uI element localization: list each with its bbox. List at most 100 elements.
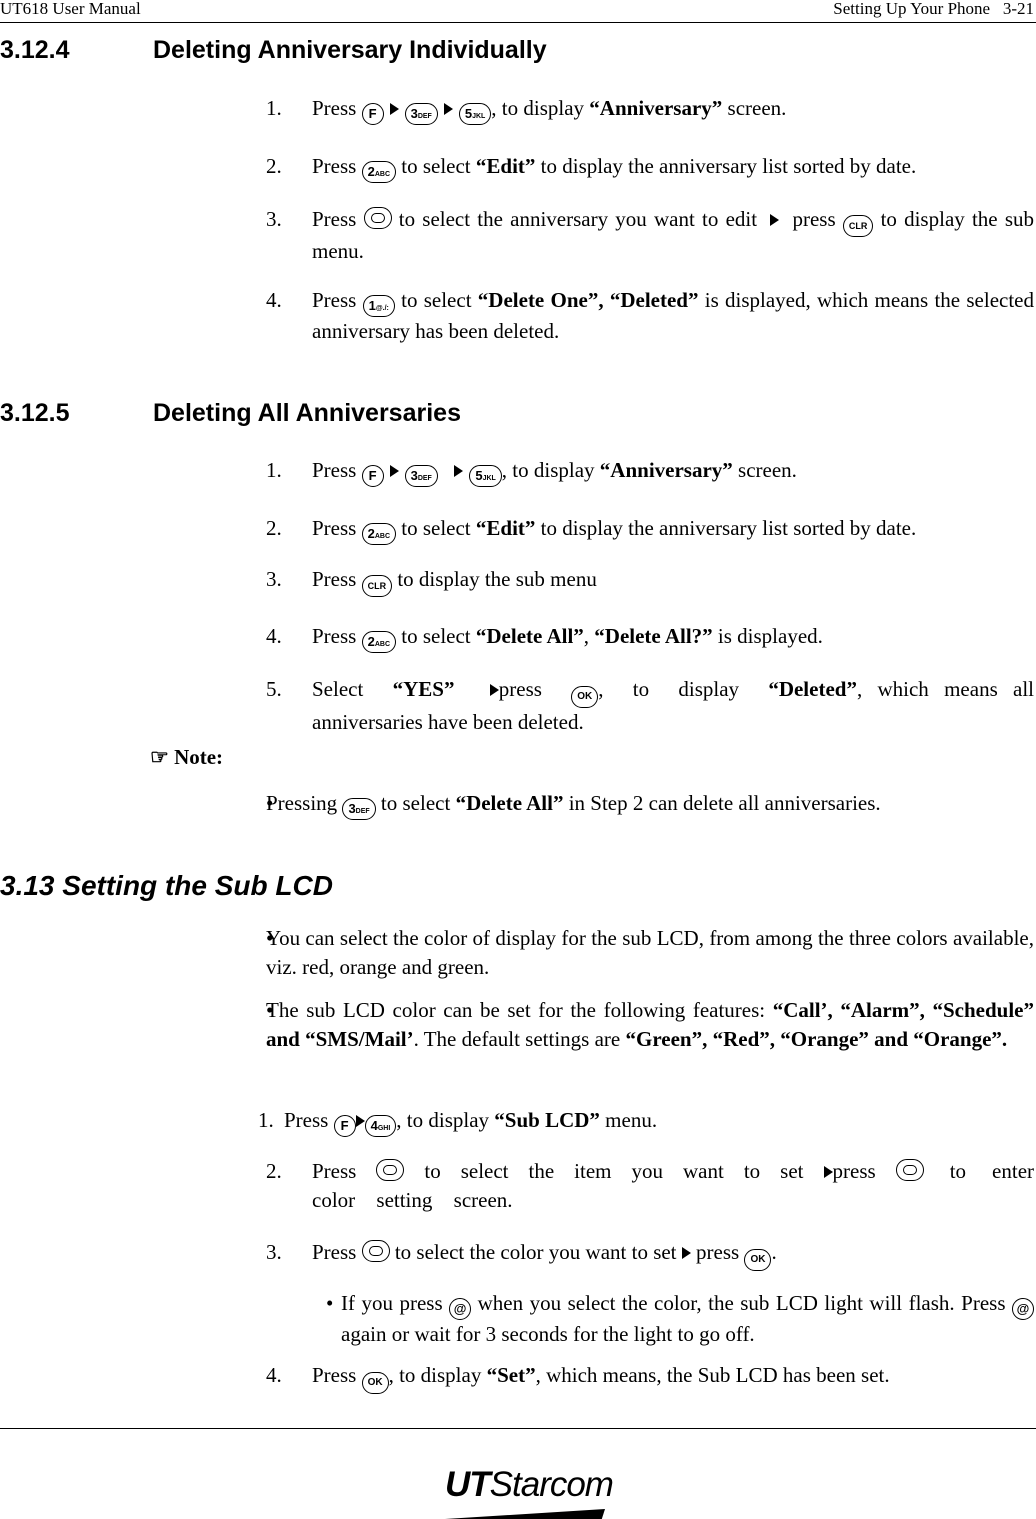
step-item: 4. Press 2ABC to select “Delete All”, “D… <box>266 622 1034 653</box>
section-title: Deleting Anniversary Individually <box>153 36 547 64</box>
chapter-heading: 3.13 Setting the Sub LCD <box>0 870 333 901</box>
step-number: 1. <box>266 96 282 120</box>
bullet-text: . The default settings are <box>413 1027 626 1051</box>
arrow-icon <box>681 1247 691 1259</box>
nav-key-icon <box>361 1240 390 1262</box>
logo-rest: Starcom <box>489 1465 614 1504</box>
bullet-text: If you press <box>341 1291 450 1315</box>
utstarcom-logo: UTStarcom <box>445 1465 614 1519</box>
step-text: Press <box>312 516 357 540</box>
section-number: 3.12.5 <box>0 399 70 427</box>
footer-divider <box>0 1428 1036 1429</box>
arrow-icon <box>389 103 399 115</box>
step-text: to select <box>396 624 476 648</box>
bullet-text: again or wait for 3 seconds for the ligh… <box>341 1322 755 1346</box>
step-emphasis: “Set” <box>486 1363 536 1387</box>
note-text: Note: <box>174 745 224 769</box>
step-item: 3. Press CLR to display the sub menu <box>266 565 1034 597</box>
step-emphasis: “Anniversary” <box>589 96 723 120</box>
step-text: Press <box>312 458 357 482</box>
step-text: Press <box>312 1159 357 1183</box>
clr-key-icon: CLR <box>842 215 874 237</box>
key-2-icon: 2ABC <box>361 523 396 545</box>
step-emphasis: “Delete One”, “Deleted” <box>477 288 699 312</box>
step-number: 3. <box>266 207 282 231</box>
step-text: to select the anniversary you want to ed… <box>391 207 765 231</box>
step-number: 5. <box>266 677 282 701</box>
bullet-icon: • <box>266 998 274 1022</box>
step-number: 2. <box>266 516 282 540</box>
key-4-icon: 4GHI <box>364 1115 397 1137</box>
clr-key-icon: CLR <box>361 575 393 597</box>
ok-key-icon: OK <box>744 1249 772 1271</box>
key-1-icon: 1@./: <box>362 295 395 317</box>
step-text: Press <box>312 624 357 648</box>
sub-bullet-item: • If you press @ when you select the col… <box>326 1289 1034 1349</box>
step-text: , to display <box>501 458 600 482</box>
nav-key-icon <box>363 207 392 229</box>
step-emphasis: “Sub LCD” <box>494 1108 600 1132</box>
step-text: Press <box>312 154 357 178</box>
step-text: Press <box>312 96 357 120</box>
step-item: 3. Press to select the color you want to… <box>266 1238 1034 1271</box>
bullet-icon: • <box>326 1291 334 1315</box>
note-emphasis: “Delete All” <box>455 791 564 815</box>
manual-title: UT618 User Manual <box>0 0 141 18</box>
step-text: to select <box>394 288 478 312</box>
step-text: to display the anniversary list sorted b… <box>535 154 917 178</box>
step-item: 3. Press to select the anniversary you w… <box>266 205 1034 266</box>
nav-key-icon <box>895 1159 924 1181</box>
step-text: . <box>771 1240 777 1264</box>
step-number: 3. <box>266 1240 282 1264</box>
step-number: 2. <box>266 1159 282 1183</box>
step-emphasis: “Edit” <box>475 516 536 540</box>
step-text: is displayed. <box>712 624 823 648</box>
f-key-icon: F <box>333 1115 356 1137</box>
step-item: 1. Press F 3DEF 5JKL, to display “Annivers… <box>266 94 1034 125</box>
bullet-text: when you select the color, the sub LCD l… <box>471 1291 1012 1315</box>
bullet-item: • You can select the color of display fo… <box>266 924 1034 982</box>
ok-key-icon: OK <box>571 686 599 708</box>
step-text: Press <box>312 1240 357 1264</box>
step-text: screen. <box>732 458 797 482</box>
step-text: to display the sub menu <box>392 567 597 591</box>
step-item: 2. Press 2ABC to select “Edit” to displa… <box>266 152 1034 183</box>
arrow-icon <box>355 1115 365 1127</box>
step-number: 4. <box>266 1363 282 1387</box>
hand-pointer-icon: ☞ <box>150 745 169 769</box>
bullet-text: You can select the color of display for … <box>266 926 1034 979</box>
key-2-icon: 2ABC <box>361 161 396 183</box>
bullet-emphasis: “Green”, “Red”, “Orange” and “Orange”. <box>625 1027 1008 1051</box>
page-header: UT618 User Manual Setting Up Your Phone … <box>0 0 1036 23</box>
step-text: , to display <box>598 677 769 701</box>
key-3-icon: 3DEF <box>404 465 438 487</box>
step-emphasis: “YES” <box>392 677 455 701</box>
step-text: press <box>832 1159 876 1183</box>
step-item: 1. Press F 3DEF 5JKL, to display “Anniver… <box>266 456 1034 487</box>
logo-bold: UT <box>445 1465 491 1504</box>
step-item: 4. Press OK, to display “Set”, which mea… <box>266 1361 1034 1394</box>
step-number: 2. <box>266 154 282 178</box>
step-item: 2. Press to select the item you want to … <box>266 1157 1034 1215</box>
note-text: in Step 2 can delete all anniversaries. <box>563 791 881 815</box>
arrow-icon <box>823 1166 833 1178</box>
step-text: to select the color you want to set <box>389 1240 682 1264</box>
arrow-icon <box>389 465 399 477</box>
key-2-icon: 2ABC <box>361 631 396 653</box>
step-emphasis: “Deleted” <box>768 677 857 701</box>
step-text: menu. <box>599 1108 658 1132</box>
step-text: Press <box>284 1108 329 1132</box>
step-text: , to display <box>388 1363 487 1387</box>
step-text: , to display <box>396 1108 495 1132</box>
bullet-item: • The sub LCD color can be set for the f… <box>266 996 1034 1054</box>
step-text: Press <box>312 207 357 231</box>
step-item: 4. Press 1@./: to select “Delete One”, “… <box>266 286 1034 346</box>
f-key-icon: F <box>361 465 384 487</box>
step-text: to select <box>396 516 476 540</box>
section-title: Deleting All Anniversaries <box>153 399 461 427</box>
step-text: Press <box>312 1363 357 1387</box>
step-text: , to display <box>491 96 590 120</box>
key-5-icon: 5JKL <box>458 103 492 125</box>
bullet-icon: • <box>266 791 274 815</box>
section-page-number: Setting Up Your Phone 3-21 <box>833 0 1034 18</box>
